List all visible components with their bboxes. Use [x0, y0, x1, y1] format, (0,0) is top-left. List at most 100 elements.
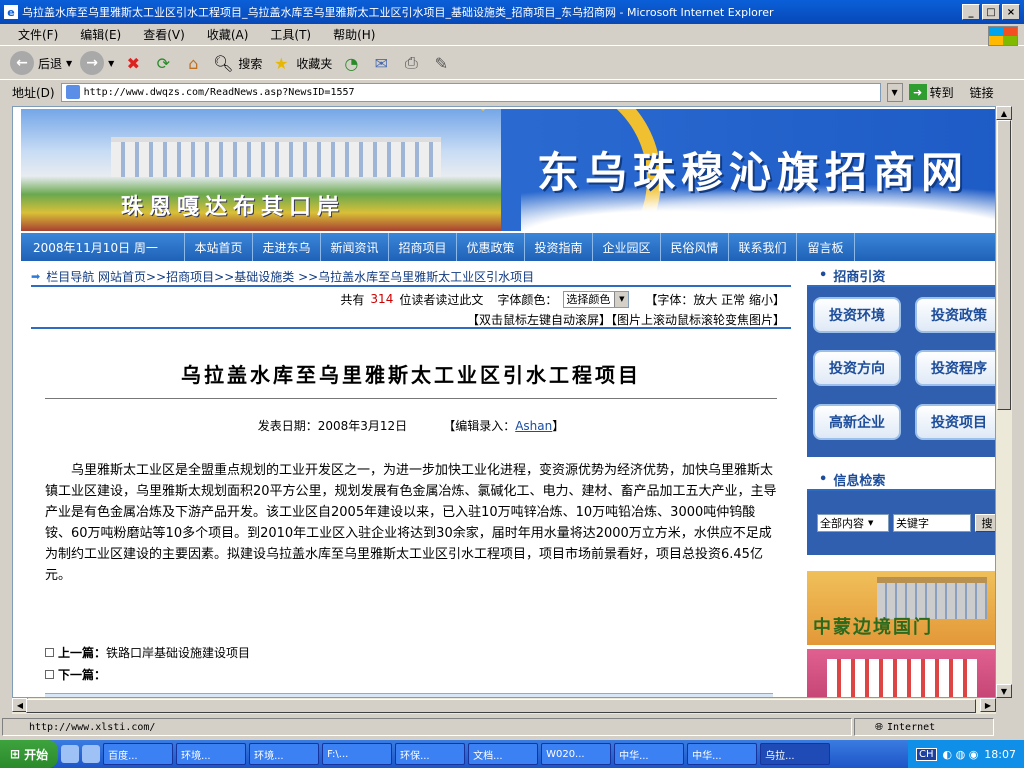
invest-projects-button[interactable]: 投资项目: [915, 403, 995, 440]
forward-button[interactable]: → ▼: [80, 51, 114, 75]
invest-header: • 招商引资: [807, 265, 995, 287]
scroll-down-icon[interactable]: ▼: [996, 684, 1012, 698]
border-gate-text: 中蒙边境国门: [813, 617, 933, 638]
favorites-button[interactable]: ★ 收藏夹: [270, 52, 332, 74]
tray-icons[interactable]: ◐ ◍ ◉: [943, 748, 979, 761]
task-button[interactable]: 中华...: [614, 743, 685, 765]
article-date: 发表日期：2008年3月12日: [257, 419, 408, 433]
window-title: 乌拉盖水库至乌里雅斯太工业区引水工程项目_乌拉盖水库至乌里雅斯太工业区引水项目_…: [22, 6, 774, 19]
breadcrumb-text[interactable]: 栏目导航 网站首页>>招商项目>>基础设施类 >>乌拉盖水库至乌里雅斯太工业区引…: [46, 268, 534, 285]
search-submit-button[interactable]: 搜: [975, 514, 995, 532]
task-button[interactable]: W020...: [541, 743, 612, 765]
menu-tools[interactable]: 工具(T): [270, 26, 311, 43]
back-button[interactable]: ← 后退 ▼: [10, 51, 72, 75]
hightech-button[interactable]: 高新企业: [813, 403, 901, 440]
site-nav: 2008年11月10日 周一 本站首页 走进东乌 新闻资讯 招商项目 优惠政策 …: [21, 233, 995, 261]
stop-icon[interactable]: ✖: [122, 52, 144, 74]
font-color-select[interactable]: 选择颜色 ▼: [563, 290, 630, 308]
sidebar: • 招商引资 投资环境 投资政策 投资方向 投资程序 高新企业 投资项目 • 信息检…: [807, 265, 995, 697]
menu-edit[interactable]: 编辑(E): [80, 26, 121, 43]
task-button[interactable]: F:\...: [322, 743, 393, 765]
address-input[interactable]: http://www.dwqzs.com/ReadNews.asp?NewsID…: [60, 82, 881, 102]
invest-policy-button[interactable]: 投资政策: [915, 297, 995, 333]
nav-guestbook[interactable]: 留言板: [797, 233, 855, 261]
task-button[interactable]: 文档...: [468, 743, 539, 765]
prev-label: 上一篇：: [58, 646, 107, 660]
maximize-button[interactable]: □: [982, 4, 1000, 20]
nav-customs[interactable]: 民俗风情: [661, 233, 729, 261]
nav-news[interactable]: 新闻资讯: [321, 233, 389, 261]
page-viewport[interactable]: 珠恩嘎达布其口岸 东乌珠穆沁旗招商网 2008年11月10日 周一 本站首页 走…: [12, 106, 996, 698]
nav-about[interactable]: 走进东乌: [253, 233, 321, 261]
site-search: 全部内容 ▼ 关键字 搜: [807, 491, 995, 555]
task-button[interactable]: 环保...: [395, 743, 466, 765]
links-button[interactable]: 链接: [970, 84, 994, 101]
status-text: http://www.xlsti.com/: [2, 718, 852, 736]
editor-link[interactable]: Ashan: [515, 419, 552, 433]
go-button[interactable]: ➜ 转到: [908, 84, 954, 101]
prev-article[interactable]: 上一篇：铁路口岸基础设施建设项目: [45, 642, 777, 664]
menu-view[interactable]: 查看(V): [143, 26, 185, 43]
font-size-controls[interactable]: 【字体：放大 正常 缩小】: [645, 291, 785, 308]
address-dropdown[interactable]: ▼: [886, 82, 903, 102]
menu-file[interactable]: 文件(F): [18, 26, 58, 43]
mail-icon[interactable]: ✉: [370, 52, 392, 74]
star-icon: ★: [274, 53, 289, 73]
nav-home[interactable]: 本站首页: [185, 233, 253, 261]
menu-bar: 文件(F) 编辑(E) 查看(V) 收藏(A) 工具(T) 帮助(H): [0, 24, 1024, 46]
article-title: 乌拉盖水库至乌里雅斯太工业区引水工程项目: [45, 359, 777, 399]
toolbar: ← 后退 ▼ → ▼ ✖ ⟳ ⌂ 🔍︎ 搜索 ★ 收藏夹 ◔ ✉ ⎙ ✎: [0, 47, 1024, 80]
address-bar: 地址(D) http://www.dwqzs.com/ReadNews.asp?…: [0, 81, 1024, 103]
nav-projects[interactable]: 招商项目: [389, 233, 457, 261]
prev-title[interactable]: 铁路口岸基础设施建设项目: [106, 646, 250, 660]
menu-favorites[interactable]: 收藏(A): [207, 26, 249, 43]
invest-env-button[interactable]: 投资环境: [813, 297, 901, 333]
task-button-active[interactable]: 乌拉...: [760, 743, 831, 765]
article-meta: 发表日期：2008年3月12日 【编辑录入：Ashan】: [31, 417, 791, 434]
horizontal-scrollbar[interactable]: ◀ ▶: [12, 698, 996, 714]
city-ad[interactable]: [807, 649, 995, 697]
minimize-button[interactable]: _: [962, 4, 980, 20]
article-column: ➡ 栏目导航 网站首页>>招商项目>>基础设施类 >>乌拉盖水库至乌里雅斯太工业…: [31, 267, 791, 686]
nav-contact[interactable]: 联系我们: [729, 233, 797, 261]
home-icon[interactable]: ⌂: [182, 52, 204, 74]
edit-icon[interactable]: ✎: [430, 52, 452, 74]
system-tray: CH ◐ ◍ ◉ 18:07: [907, 740, 1024, 768]
invest-direction-button[interactable]: 投资方向: [813, 350, 901, 387]
history-icon[interactable]: ◔: [340, 52, 362, 74]
scroll-right-icon[interactable]: ▶: [980, 698, 996, 712]
print-icon[interactable]: ⎙: [400, 52, 422, 74]
search-keyword-input[interactable]: 关键字: [893, 514, 971, 532]
task-button[interactable]: 百度...: [103, 743, 174, 765]
language-indicator[interactable]: CH: [915, 747, 937, 761]
vertical-scroll-thumb[interactable]: [997, 120, 1011, 410]
task-button[interactable]: 环境...: [176, 743, 247, 765]
nav-parks[interactable]: 企业园区: [593, 233, 661, 261]
border-gate-ad[interactable]: 中蒙边境国门: [807, 571, 995, 645]
task-button[interactable]: 环境...: [249, 743, 320, 765]
invest-buttons: 投资环境 投资政策 投资方向 投资程序 高新企业 投资项目: [807, 287, 995, 457]
search-scope-select[interactable]: 全部内容 ▼: [817, 514, 889, 532]
chevron-down-icon[interactable]: ▼: [66, 59, 72, 68]
close-button[interactable]: ×: [1002, 4, 1020, 20]
taskbar: ⊞ 开始 百度... 环境... 环境... F:\... 环保... 文档...…: [0, 740, 1024, 768]
invest-procedure-button[interactable]: 投资程序: [915, 350, 995, 387]
nav-policy[interactable]: 优惠政策: [457, 233, 525, 261]
quicklaunch-desktop-icon[interactable]: [82, 745, 101, 763]
vertical-scrollbar[interactable]: ▲ ▼: [996, 106, 1012, 698]
article-editor: 【编辑录入：Ashan】: [443, 417, 564, 434]
font-color-value: 选择颜色: [566, 293, 611, 306]
quicklaunch-ie-icon[interactable]: [61, 745, 80, 763]
task-button[interactable]: 中华...: [687, 743, 758, 765]
read-info: 共有 314 位读者读过此文 字体颜色： 选择颜色 ▼ 【字体：放大 正常 缩小…: [31, 287, 791, 311]
menu-help[interactable]: 帮助(H): [333, 26, 375, 43]
banner-motto: 珠恩嘎达布其口岸: [121, 195, 346, 220]
chevron-down-icon[interactable]: ▼: [108, 59, 114, 68]
refresh-icon[interactable]: ⟳: [152, 52, 174, 74]
start-button[interactable]: ⊞ 开始: [0, 740, 59, 768]
horizontal-scroll-thumb[interactable]: [26, 699, 976, 713]
search-button[interactable]: 🔍︎ 搜索: [212, 52, 262, 74]
invest-title: 招商引资: [833, 269, 886, 285]
nav-guide[interactable]: 投资指南: [525, 233, 593, 261]
scroll-up-icon[interactable]: ▲: [996, 106, 1012, 120]
